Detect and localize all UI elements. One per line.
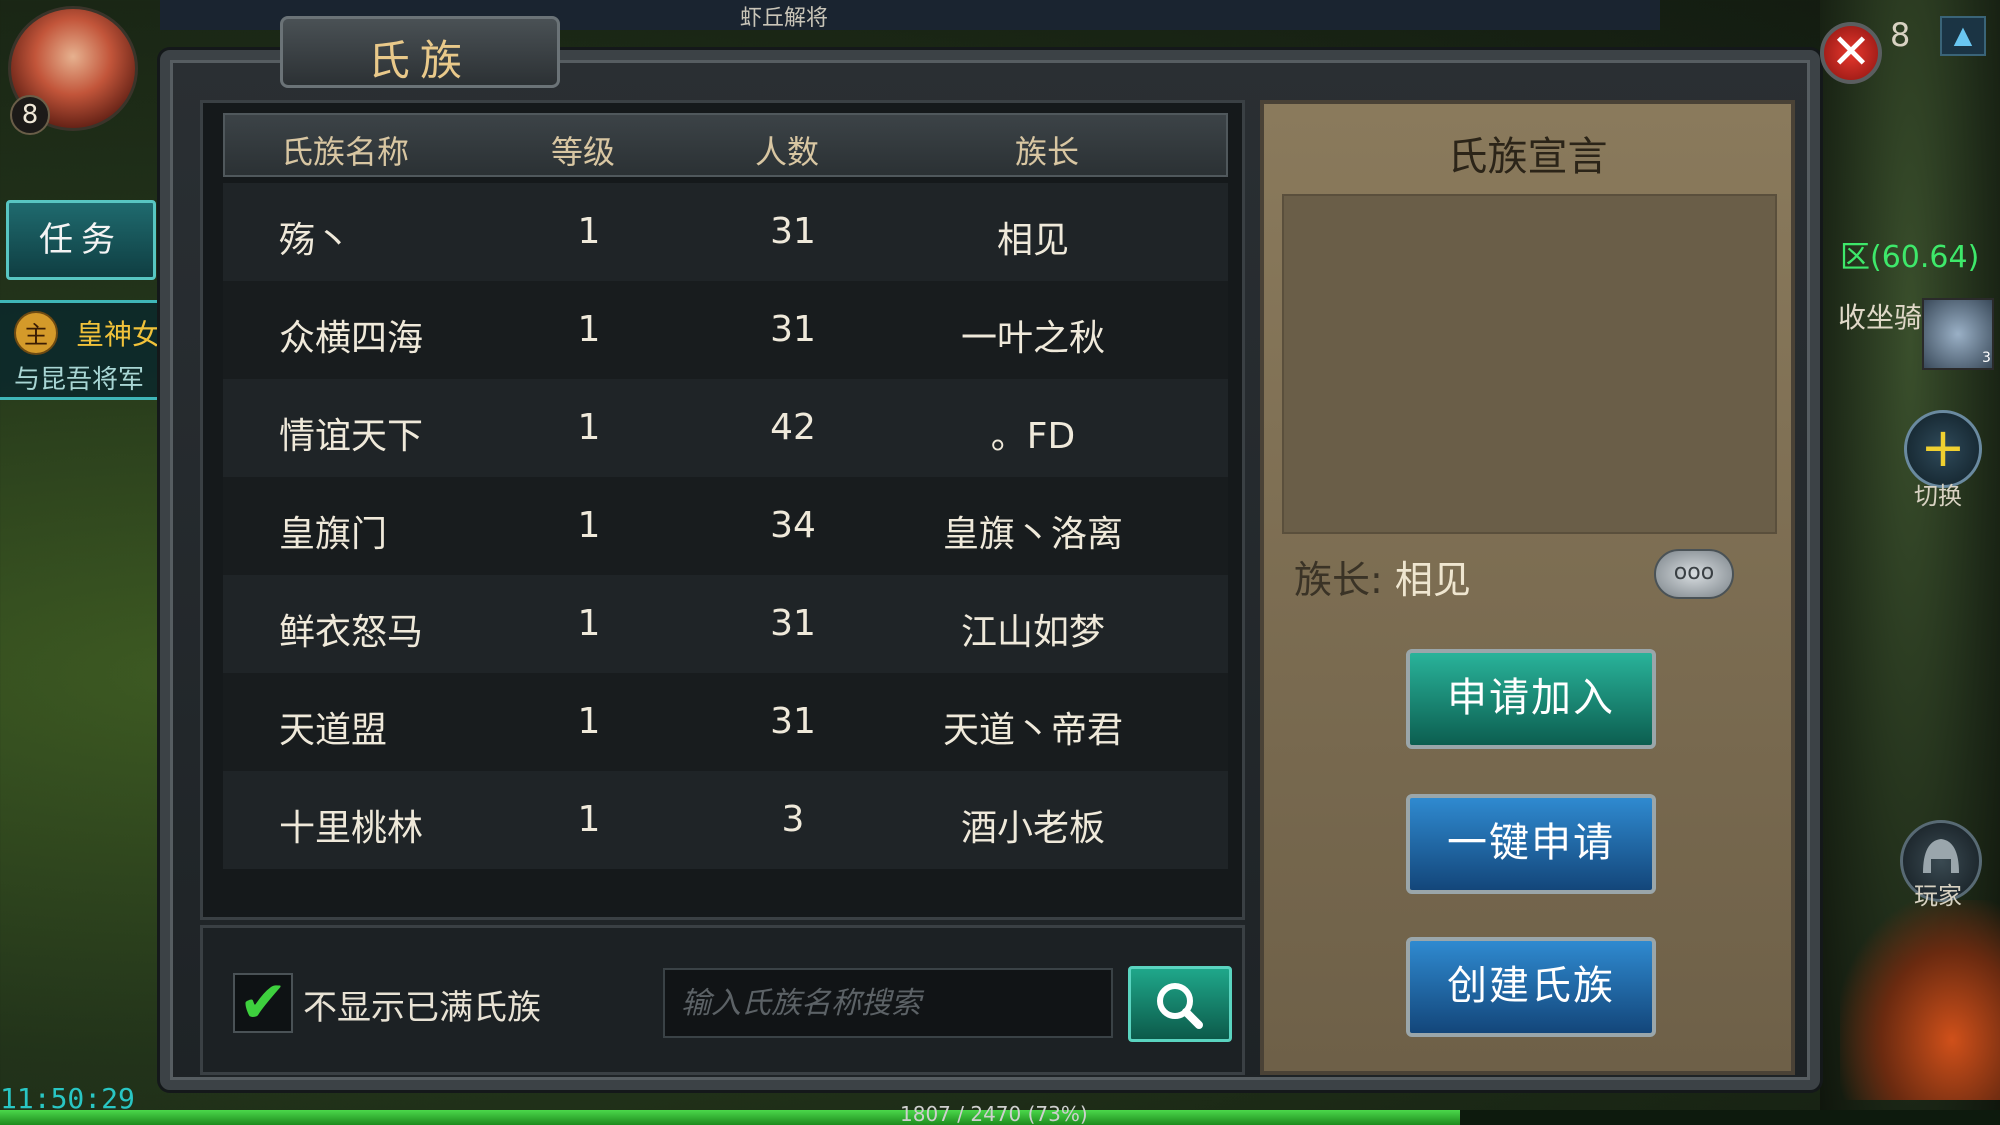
experience-fill — [0, 1110, 1460, 1125]
apply-join-button[interactable]: 申请加入 — [1406, 649, 1656, 749]
clan-name: 殇丶 — [279, 220, 352, 261]
leader-label: 族长: — [1294, 558, 1383, 602]
search-icon — [1157, 983, 1203, 1029]
manifesto-panel: 氏族宣言 族长: 相见 ooo 申请加入 一键申请 创建氏族 — [1260, 100, 1795, 1075]
clan-name: 天道盟 — [279, 710, 388, 751]
clan-leader: 一叶之秋 — [960, 318, 1105, 359]
close-button[interactable]: ✕ — [1820, 22, 1882, 84]
clan-table: 氏族名称 等级 人数 族长 殇丶 1 31 相见 众横四海 1 31 一叶之秋 … — [200, 100, 1245, 920]
clan-level: 1 — [577, 505, 601, 546]
mount-count: 3 — [1982, 350, 1991, 366]
clan-level: 1 — [577, 799, 601, 840]
clan-leader: 。FD — [990, 416, 1076, 457]
experience-text: 1807 / 2470 (73%) — [900, 1102, 1088, 1125]
table-row[interactable]: 众横四海 1 31 一叶之秋 — [223, 281, 1228, 379]
quest-tracker[interactable]: 主 皇神女 与昆吾将军 — [0, 300, 160, 400]
dialog-title: 氏族 — [367, 36, 472, 85]
game-world-fire — [1840, 900, 2000, 1100]
quest-description: 与昆吾将军 — [14, 365, 145, 395]
clan-level: 1 — [577, 211, 601, 252]
dialog-title-plate: 氏族 — [280, 16, 560, 88]
clan-level: 1 — [577, 603, 601, 644]
search-button[interactable] — [1128, 966, 1232, 1042]
top-right-number: 8 — [1890, 16, 1911, 54]
manifesto-leader: 族长: 相见 — [1294, 549, 1471, 604]
header-level: 等级 — [551, 133, 616, 171]
hide-full-clans-checkbox[interactable]: ✔ — [233, 973, 293, 1033]
clan-members: 31 — [770, 211, 816, 252]
clan-name: 情谊天下 — [279, 416, 424, 457]
clan-name: 皇旗门 — [279, 514, 388, 555]
manifesto-title: 氏族宣言 — [1447, 134, 1608, 180]
table-row[interactable]: 殇丶 1 31 相见 — [223, 183, 1228, 281]
header-clan-name: 氏族名称 — [281, 133, 410, 171]
table-header: 氏族名称 等级 人数 族长 — [223, 113, 1228, 177]
clan-members: 31 — [770, 603, 816, 644]
header-leader: 族长 — [1015, 133, 1080, 171]
top-banner-text: 虾丘解将 — [740, 6, 829, 31]
player-label: 玩家 — [1914, 882, 1962, 910]
clan-name: 众横四海 — [279, 318, 424, 359]
task-button[interactable]: 任务 — [6, 200, 156, 280]
map-coordinates: 区(60.64) — [1840, 240, 1980, 275]
clan-leader: 江山如梦 — [960, 612, 1105, 653]
chat-icon[interactable]: ooo — [1654, 549, 1734, 599]
clan-leader: 皇旗丶洛离 — [942, 514, 1123, 555]
table-row[interactable]: 情谊天下 1 42 。FD — [223, 379, 1228, 477]
clan-members: 34 — [770, 505, 816, 546]
quest-name: 皇神女 — [76, 318, 161, 351]
clan-level: 1 — [577, 701, 601, 742]
main-quest-badge: 主 — [14, 311, 58, 355]
table-row[interactable]: 皇旗门 1 34 皇旗丶洛离 — [223, 477, 1228, 575]
hide-full-clans-label[interactable]: 不显示已满氏族 — [303, 980, 541, 1029]
create-clan-button[interactable]: 创建氏族 — [1406, 937, 1656, 1037]
clan-leader: 酒小老板 — [960, 808, 1105, 849]
clan-members: 31 — [770, 701, 816, 742]
collapse-arrow-icon[interactable]: ▲ — [1940, 16, 1986, 56]
clan-level: 1 — [577, 407, 601, 448]
plus-icon: + — [1920, 416, 1966, 479]
clan-level: 1 — [577, 309, 601, 350]
player-level-badge: 8 — [10, 95, 50, 135]
table-row[interactable]: 十里桃林 1 3 酒小老板 — [223, 771, 1228, 869]
table-row[interactable]: 鲜衣怒马 1 31 江山如梦 — [223, 575, 1228, 673]
clan-name: 十里桃林 — [279, 808, 424, 849]
clan-search-input[interactable] — [663, 968, 1113, 1038]
clan-members: 42 — [770, 407, 816, 448]
header-members: 人数 — [755, 133, 820, 171]
clan-members: 3 — [781, 799, 805, 840]
filter-bar: ✔ 不显示已满氏族 — [200, 925, 1245, 1075]
switch-label: 切换 — [1914, 482, 1962, 510]
mount-label: 收坐骑 — [1838, 301, 1923, 334]
manifesto-text-box — [1282, 194, 1777, 534]
clan-leader: 天道丶帝君 — [942, 710, 1123, 751]
clan-leader: 相见 — [996, 220, 1069, 261]
table-row[interactable]: 天道盟 1 31 天道丶帝君 — [223, 673, 1228, 771]
clan-name: 鲜衣怒马 — [279, 612, 424, 653]
one-key-apply-button[interactable]: 一键申请 — [1406, 794, 1656, 894]
clan-members: 31 — [770, 309, 816, 350]
leader-name: 相见 — [1394, 558, 1471, 602]
